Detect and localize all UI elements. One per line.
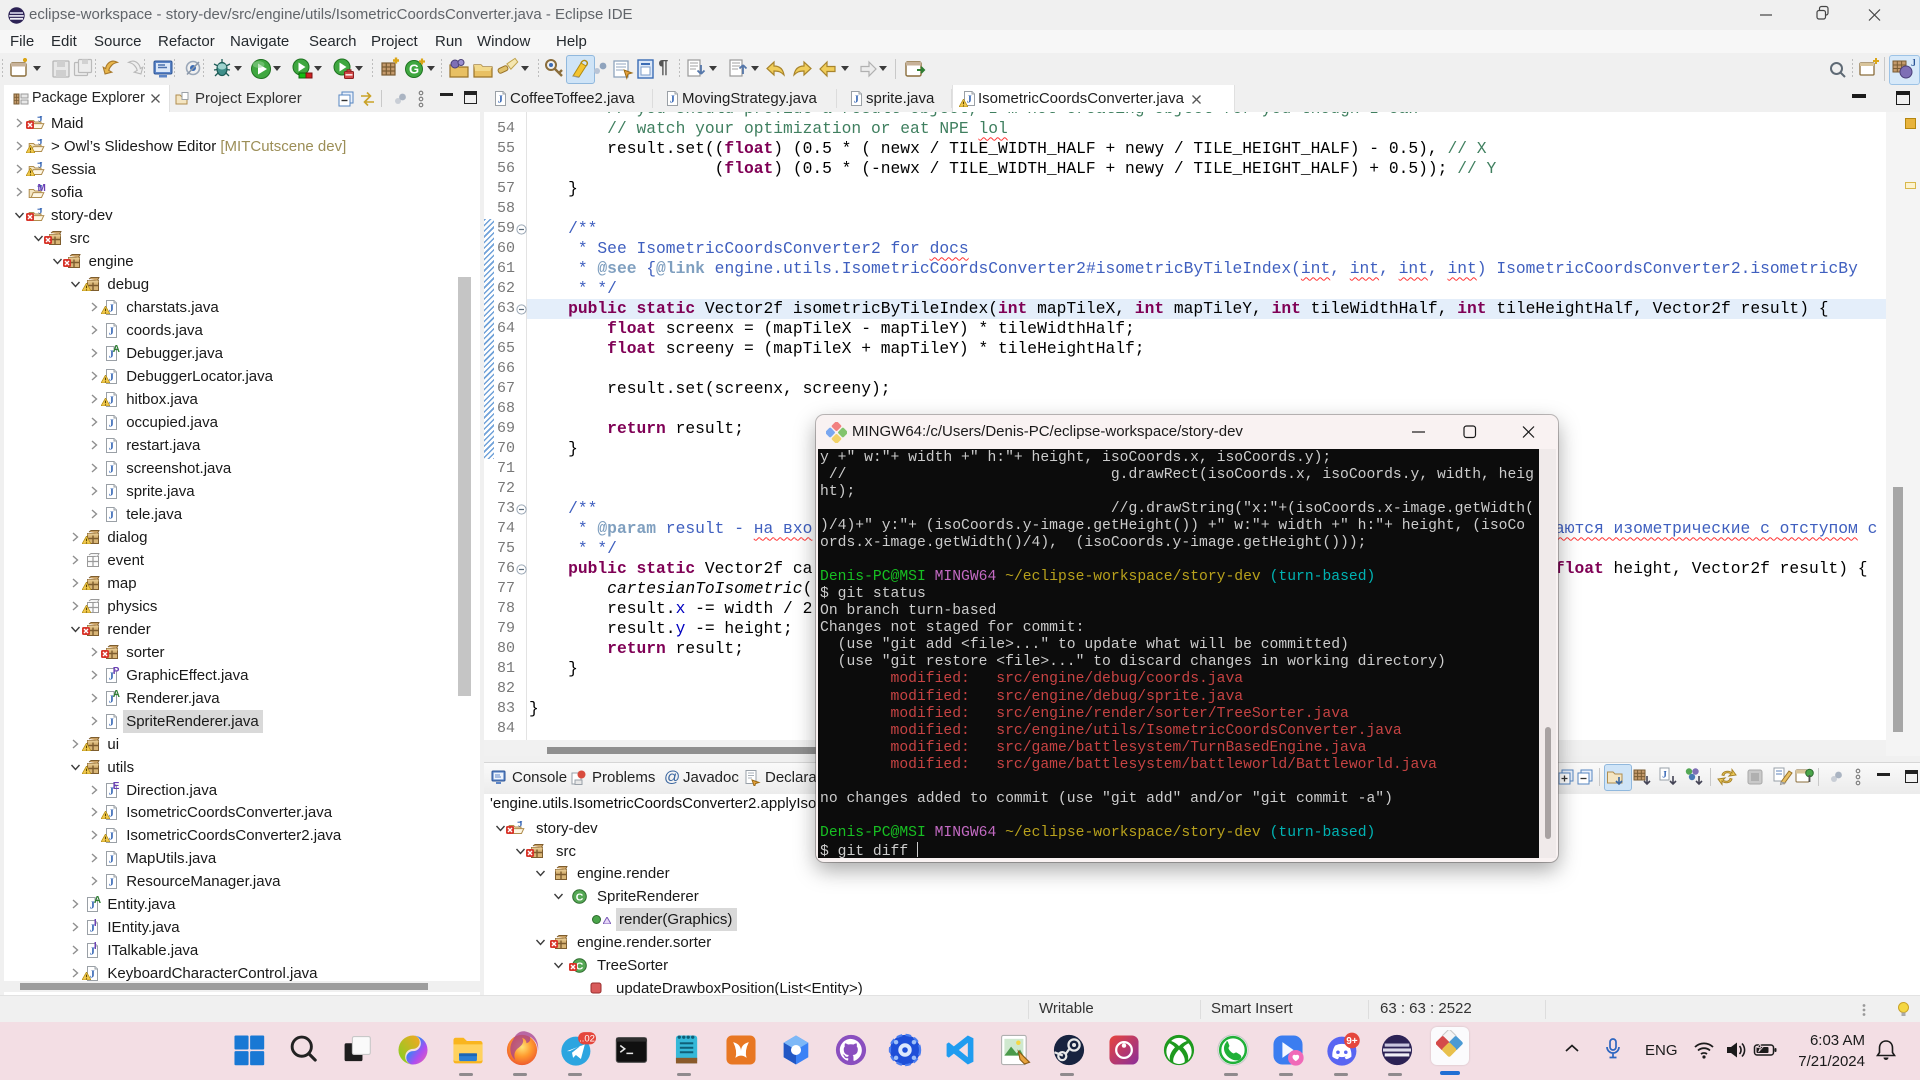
- svg-text:G: G: [409, 62, 419, 77]
- svg-text:J: J: [1911, 57, 1915, 69]
- svg-text:9+: 9+: [1346, 1036, 1358, 1047]
- svg-text:..02: ..02: [579, 1034, 595, 1045]
